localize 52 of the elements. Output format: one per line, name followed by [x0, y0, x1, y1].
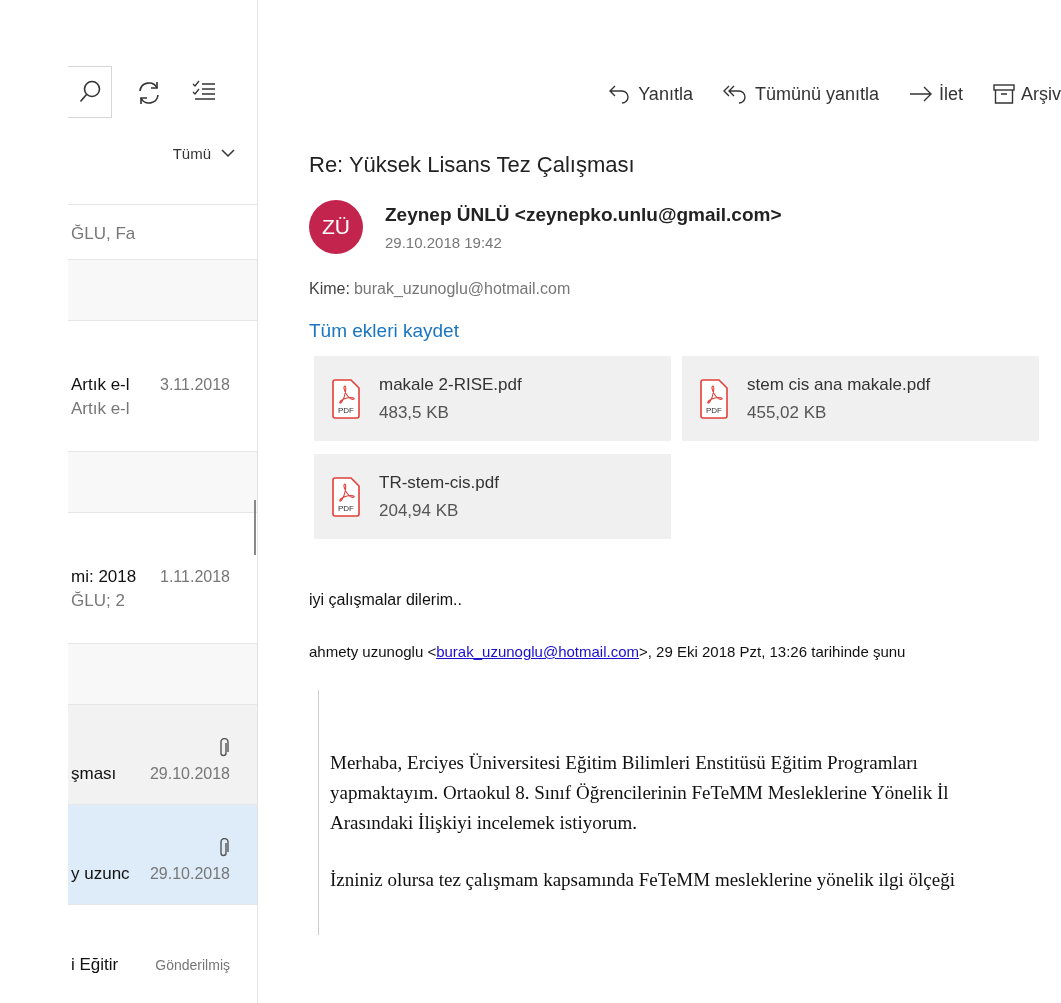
attachment-name: makale 2-RISE.pdf [379, 374, 522, 395]
archive-button[interactable]: Arşiv [993, 80, 1061, 108]
quote-header-text: ahmety uzunoglu <burak_uzunoglu@hotmail.com>, 29 Eki 2018 Pzt, 13:26 tarihinde şunu [309, 643, 907, 660]
message-preview: ĞLU; 2 [71, 591, 126, 611]
email-link[interactable]: burak_uzunoglu@hotmail.com [436, 643, 639, 660]
attachment-name: TR-stem-cis.pdf [379, 472, 499, 493]
message-item[interactable]: y uzunc 29.10.2018 [68, 805, 257, 905]
attachment-size: 204,94 KB [379, 500, 460, 521]
attachment-size: 455,02 KB [747, 402, 828, 423]
message-subject: şması [71, 764, 117, 784]
message-date: 3.11.2018 [160, 376, 230, 394]
filter-dropdown[interactable]: Tümü [172, 144, 235, 162]
message-subject: Artık e-l [71, 375, 130, 395]
reply-button[interactable]: Yanıtla [608, 80, 693, 108]
message-preview: ĞLU, Fa [71, 224, 137, 244]
quoted-paragraph: Merhaba, Erciyes Üniversitesi Eğitim Bilimleri Enstitüsü Eğitim Programları yapmaktayım. Ortaokul 8. Sınıf Öğrencilerinin FeTeMM Mesleklerine Yönelik İl Arasındaki İlişkiyi incelemek istiyorum. [330, 751, 950, 835]
arrow-right-icon [909, 86, 933, 102]
search-button[interactable] [68, 66, 112, 118]
attachment-tile[interactable]: PDF TR-stem-cis.pdf 204,94 KB [314, 454, 671, 539]
message-preview: Artık e-l [71, 399, 131, 419]
recipient-label: Kime: [309, 280, 350, 297]
message-body-text: iyi çalışmalar dilerim.. [309, 591, 463, 609]
reply-all-icon [722, 84, 749, 104]
refresh-icon[interactable] [136, 80, 162, 106]
attachment-size: 483,5 KB [379, 402, 450, 423]
pdf-file-icon: PDF [331, 377, 361, 420]
message-date: 1.11.2018 [160, 568, 230, 586]
quoted-paragraph: İzniniz olursa tez çalışmam kapsamında FeTeMM mesleklerine yönelik ilgi ölçeği [330, 868, 956, 892]
message-item[interactable]: şması 29.10.2018 [68, 705, 257, 805]
pdf-file-icon: PDF [699, 377, 729, 420]
save-all-link[interactable]: Tüm ekleri kaydet [309, 320, 459, 342]
attachment-name: stem cis ana makale.pdf [747, 374, 931, 395]
message-date: 29.10.2018 [149, 765, 230, 783]
attachment-tile[interactable]: PDF makale 2-RISE.pdf 483,5 KB [314, 356, 671, 441]
recipient-address: burak_uzunoglu@hotmail.com [353, 280, 571, 297]
attachment-tile[interactable]: PDF stem cis ana makale.pdf 455,02 KB [682, 356, 1039, 441]
forward-button[interactable]: İlet [909, 80, 963, 108]
avatar: ZÜ [309, 200, 363, 254]
message-subject: y uzunc [71, 864, 130, 884]
search-icon [78, 80, 101, 104]
select-list-icon[interactable] [192, 80, 216, 102]
message-title: Re: Yüksek Lisans Tez Çalışması [309, 152, 636, 178]
sender-name: Zeynep ÜNLÜ <zeynepko.unlu@gmail.com> [385, 203, 782, 226]
message-status: Gönderilmiş [155, 957, 230, 973]
message-subject: i Eğitir [71, 955, 119, 975]
chevron-down-icon [221, 148, 235, 158]
reply-all-button[interactable]: Tümünü yanıtla [722, 80, 879, 108]
message-date: 29.10.2018 [149, 865, 230, 883]
message-date: 29.10.2018 19:42 [385, 233, 503, 251]
message-subject: mi: 2018 [71, 567, 137, 587]
archive-icon [993, 84, 1015, 104]
pdf-file-icon: PDF [331, 475, 361, 518]
